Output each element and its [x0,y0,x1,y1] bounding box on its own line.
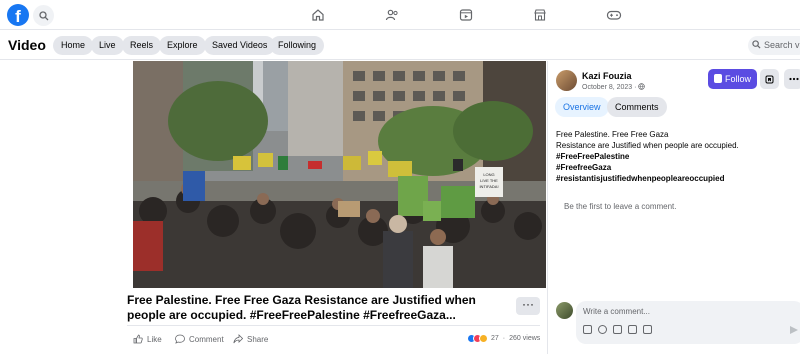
friends-icon[interactable] [384,7,400,23]
chip-live[interactable]: Live [91,36,124,55]
search-icon [752,40,761,49]
post-description: Free Palestine. Free Free Gaza Resistanc… [556,129,796,184]
hashtag-link[interactable]: #resistantisjustifiedwhenpeopleareoccupi… [556,173,796,184]
follow-button[interactable]: Follow [708,69,757,89]
camera-icon[interactable] [613,325,622,334]
action-divider [127,325,540,326]
share-label: Share [247,334,269,344]
tab-overview[interactable]: Overview [555,97,609,117]
more-options-button[interactable]: ··· [516,297,540,315]
more-menu-button[interactable] [784,69,800,89]
protest-video-frame: LONG LIVE THE INTIFADA! [133,61,546,288]
hashtag-link[interactable]: #FreeFreePalestine [556,151,796,162]
comment-tools [583,325,652,334]
bookmark-icon [765,75,774,83]
author-avatar[interactable] [556,70,577,91]
comment-input[interactable]: Write a comment... [583,307,650,316]
gaming-icon[interactable] [606,7,622,23]
chip-saved-videos[interactable]: Saved Videos [204,36,276,55]
post-date[interactable]: October 8, 2023 · [582,83,646,91]
follow-icon [714,74,722,83]
video-search-input[interactable]: Search videos [748,36,800,55]
save-button[interactable] [760,69,779,89]
gif-icon[interactable] [628,325,637,334]
chip-explore[interactable]: Explore [159,36,206,55]
comment-label: Comment [189,334,224,344]
post-title: Free Palestine. Free Free Gaza Resistanc… [127,293,476,322]
care-reaction-icon [479,334,488,343]
emoji-icon[interactable] [598,325,607,334]
sticker-icon[interactable] [643,325,652,334]
empty-comments-message: Be the first to leave a comment. [564,202,677,211]
page-title: Video [8,37,46,53]
description-line: Resistance are Justified when people are… [556,141,739,150]
comment-composer[interactable]: Write a comment... [576,301,800,344]
share-icon [233,334,243,344]
more-icon [788,77,799,81]
send-icon[interactable] [790,326,798,334]
chip-following[interactable]: Following [270,36,325,55]
video-icon[interactable] [458,7,474,23]
author-name[interactable]: Kazi Fouzia [582,71,632,81]
view-count: 260 views [509,335,541,342]
chip-reels[interactable]: Reels [122,36,162,55]
video-player[interactable]: LONG LIVE THE INTIFADA! [133,61,546,288]
svg-text:LIVE THE: LIVE THE [480,178,498,183]
facebook-logo[interactable]: f [7,4,29,26]
search-icon [38,10,48,20]
svg-text:INTIFADA!: INTIFADA! [479,184,498,189]
chip-home[interactable]: Home [53,36,94,55]
search-placeholder: Search videos [764,40,800,50]
search-button[interactable] [33,5,54,26]
current-user-avatar[interactable] [556,302,573,319]
description-line: Free Palestine. Free Free Gaza [556,130,669,139]
tab-comments[interactable]: Comments [607,97,667,117]
marketplace-icon[interactable] [532,7,548,23]
video-header-row: Video Home Live Reels Explore Saved Vide… [0,30,800,60]
globe-icon [638,83,646,90]
home-icon[interactable] [310,7,326,23]
svg-text:LONG: LONG [483,172,494,177]
comment-icon [175,334,185,344]
like-label: Like [147,334,162,344]
hashtag-link[interactable]: #FreefreeGaza [556,162,796,173]
top-navigation-bar: f [0,0,800,30]
avatar-sticker-icon[interactable] [583,325,592,334]
like-button[interactable]: Like [133,334,162,344]
share-button[interactable]: Share [233,334,268,344]
reaction-summary[interactable]: 27 · 260 views [467,334,540,343]
reaction-count: 27 [491,335,499,342]
comment-button[interactable]: Comment [175,334,224,344]
video-player-pane: LONG LIVE THE INTIFADA! Free Palestine. … [0,61,547,354]
post-details-pane: Kazi Fouzia October 8, 2023 · Follow Ove… [547,61,800,354]
thumbs-up-icon [133,334,143,344]
